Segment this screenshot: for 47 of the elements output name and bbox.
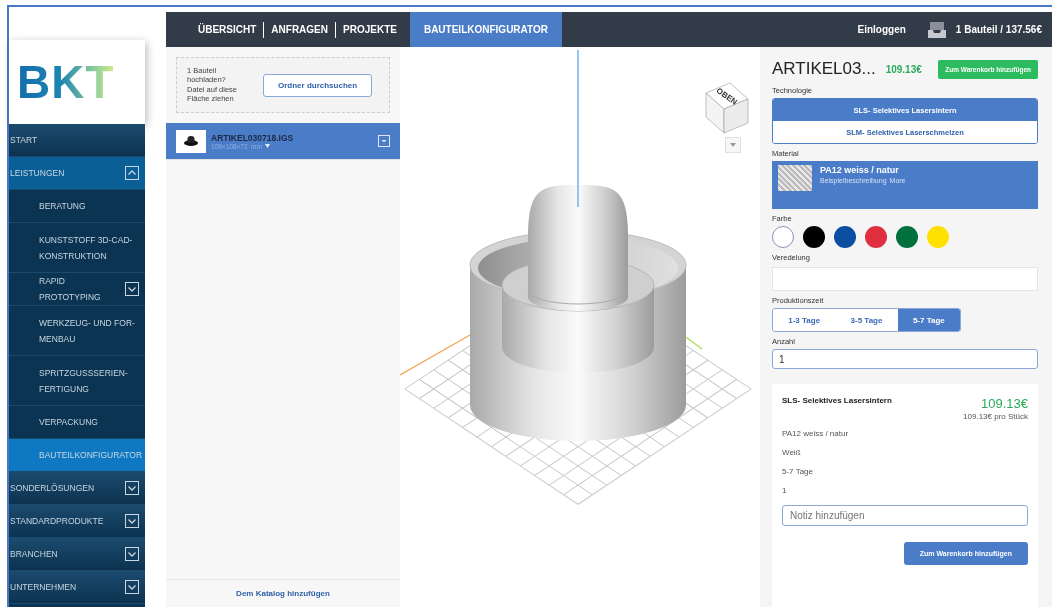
color-swatch[interactable]: [772, 226, 794, 248]
nav-item[interactable]: UNTERNEHMEN: [9, 571, 145, 604]
add-to-catalog-link[interactable]: Dem Katalog hinzufügen: [236, 589, 330, 598]
model-thumbnail: [176, 129, 206, 153]
collapse-icon[interactable]: [125, 166, 139, 180]
expand-icon[interactable]: [125, 547, 139, 561]
file-name: ARTIKEL030718.IGS: [211, 132, 295, 143]
expand-icon[interactable]: [125, 580, 139, 594]
part-title: ARTIKEL03...: [772, 59, 876, 79]
note-field[interactable]: Notiz hinzufügen: [782, 505, 1028, 526]
part-price: 109.13€: [885, 63, 922, 75]
summary-detail: 5-7 Tage: [782, 467, 814, 478]
nav-tab[interactable]: BAUTEILKONFIGURATOR: [409, 12, 562, 47]
material-thumbnail: [778, 165, 812, 191]
color-swatch[interactable]: [834, 226, 856, 248]
summary-detail: Weiß: [782, 448, 802, 459]
expand-icon[interactable]: [125, 282, 139, 296]
nav-item[interactable]: STANDARDPRODUKTE: [9, 505, 145, 538]
nav-tab[interactable]: PROJEKTE: [336, 12, 404, 47]
view-menu-button[interactable]: [725, 137, 741, 153]
color-swatch[interactable]: [896, 226, 918, 248]
summary-detail: PA12 weiss / natur: [782, 429, 850, 440]
production-time-option[interactable]: 5-7 Tage: [897, 309, 960, 331]
nav-item[interactable]: BRANCHEN: [9, 538, 145, 571]
caret-icon: [730, 143, 736, 147]
nav-tab[interactable]: ÜBERSICHT: [191, 12, 264, 47]
expand-icon[interactable]: [125, 514, 139, 528]
nav-item[interactable]: START: [9, 124, 145, 157]
summary-detail: 1: [782, 486, 788, 497]
cart-summary[interactable]: 1 Bauteil / 137.56€: [955, 24, 1042, 35]
summary-technology: SLS- Selektives Lasersintern: [782, 396, 892, 407]
login-link[interactable]: Einloggen: [857, 24, 906, 35]
nav-item[interactable]: LEISTUNGEN: [9, 157, 145, 190]
quantity-field[interactable]: 1: [772, 349, 1038, 369]
unit-price: 109.13€ pro Stück: [963, 412, 1028, 421]
nav-item[interactable]: SONDERLÖSUNGEN: [9, 472, 145, 505]
material-name: PA12 weiss / natur: [820, 165, 900, 175]
expand-icon[interactable]: [125, 481, 139, 495]
nav-tab[interactable]: ANFRAGEN: [264, 12, 335, 47]
tray-icon[interactable]: [927, 21, 946, 38]
color-swatch[interactable]: [927, 226, 949, 248]
browse-button[interactable]: Ordner durchsuchen: [263, 73, 373, 97]
caret-icon[interactable]: [264, 144, 270, 148]
summary-price: 109.13€: [981, 396, 1028, 411]
color-swatch[interactable]: [865, 226, 887, 248]
dropdown-icon[interactable]: [378, 135, 390, 147]
color-swatch[interactable]: [803, 226, 825, 248]
